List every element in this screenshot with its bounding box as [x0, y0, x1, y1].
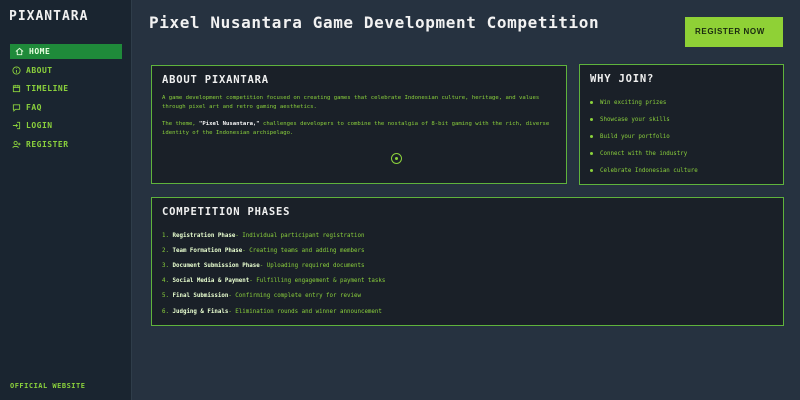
list-item-text: Connect with the industry	[600, 150, 688, 157]
phase-description: - Uploading required documents	[259, 262, 365, 269]
nav-item-register[interactable]: REGISTER	[10, 137, 122, 152]
list-item: Connect with the industry	[590, 145, 773, 162]
site-logo[interactable]: PIXANTARA	[9, 9, 88, 24]
phase-number: 5.	[162, 293, 169, 300]
phase-number: 6.	[162, 308, 169, 315]
bullet-icon	[590, 101, 593, 104]
bullet-icon	[590, 118, 593, 121]
timeline-icon	[12, 84, 21, 93]
page-title: Pixel Nusantara Game Development Competi…	[149, 13, 600, 32]
competition-phases-card: COMPETITION PHASES 1. Registration Phase…	[151, 197, 784, 326]
phases-heading: COMPETITION PHASES	[162, 206, 291, 218]
list-item: Showcase your skills	[590, 111, 773, 128]
nav-item-label: FAQ	[26, 102, 42, 112]
phase-item: 3. Document Submission Phase - Uploading…	[162, 258, 773, 273]
about-card: ABOUT PIXANTARA A game development compe…	[151, 65, 567, 184]
list-item-text: Build your portfolio	[600, 133, 670, 140]
sidebar: PIXANTARA HOME ABOUT TIMELINE FAQ LOGIN …	[0, 0, 132, 400]
phase-name: Document Submission Phase	[172, 262, 260, 269]
phase-item: 5. Final Submission - Confirming complet…	[162, 289, 773, 304]
register-now-button[interactable]: REGISTER NOW	[685, 17, 783, 47]
official-website-label: OFFICIAL WEBSITE	[10, 382, 86, 390]
home-icon	[15, 47, 24, 56]
phase-number: 1.	[162, 232, 169, 239]
why-join-list: Win exciting prizes Showcase your skills…	[590, 94, 773, 179]
nav-item-faq[interactable]: FAQ	[10, 100, 122, 115]
phases-list: 1. Registration Phase - Individual parti…	[162, 228, 773, 319]
phase-description: - Creating teams and adding members	[242, 247, 365, 254]
list-item: Celebrate Indonesian culture	[590, 162, 773, 179]
theme-name: "Pixel Nusantara,"	[199, 121, 260, 127]
about-description: A game development competition focused o…	[162, 95, 540, 110]
info-icon	[12, 65, 21, 75]
nav-item-label: ABOUT	[26, 65, 53, 75]
phase-name: Social Media & Payment	[172, 278, 250, 285]
about-theme-prefix: The theme,	[162, 121, 200, 127]
login-icon	[12, 121, 21, 130]
bullet-icon	[590, 135, 593, 138]
list-item-text: Win exciting prizes	[600, 99, 667, 106]
list-item-text: Celebrate Indonesian culture	[600, 167, 698, 174]
list-item: Win exciting prizes	[590, 94, 773, 111]
list-item-text: Showcase your skills	[600, 116, 670, 123]
phase-item: 4. Social Media & Payment - Fulfilling e…	[162, 274, 773, 289]
why-join-card: WHY JOIN? Win exciting prizes Showcase y…	[579, 64, 784, 185]
phase-description: - Individual participant registration	[235, 232, 365, 239]
nav-item-home[interactable]: HOME	[10, 44, 122, 59]
nav-item-label: TIMELINE	[26, 84, 69, 93]
phase-name: Registration Phase	[172, 232, 236, 239]
why-join-heading: WHY JOIN?	[590, 73, 655, 85]
nav-item-login[interactable]: LOGIN	[10, 118, 122, 133]
bullet-icon	[590, 169, 593, 172]
user-plus-icon	[12, 140, 21, 149]
phase-number: 4.	[162, 278, 169, 285]
phase-description: - Fulfilling engagement & payment tasks	[249, 278, 386, 285]
phase-item: 6. Judging & Finals - Elimination rounds…	[162, 304, 773, 319]
nav-item-label: LOGIN	[26, 121, 53, 130]
about-heading: ABOUT PIXANTARA	[162, 74, 269, 86]
phase-name: Team Formation Phase	[172, 247, 243, 254]
main-nav: HOME ABOUT TIMELINE FAQ LOGIN REGISTER	[10, 44, 122, 155]
list-item: Build your portfolio	[590, 128, 773, 145]
nav-item-timeline[interactable]: TIMELINE	[10, 81, 122, 96]
phase-item: 2. Team Formation Phase - Creating teams…	[162, 243, 773, 258]
bullet-icon	[590, 152, 593, 155]
nav-item-about[interactable]: ABOUT	[10, 63, 122, 78]
nav-item-label: HOME	[29, 47, 51, 56]
target-icon	[391, 153, 402, 164]
phase-number: 3.	[162, 262, 169, 269]
phase-name: Judging & Finals	[172, 308, 229, 315]
phase-name: Final Submission	[172, 293, 229, 300]
phase-number: 2.	[162, 247, 169, 254]
help-icon	[12, 103, 21, 112]
about-theme-text: The theme, "Pixel Nusantara," challenges…	[162, 120, 556, 138]
phase-description: - Elimination rounds and winner announce…	[228, 308, 382, 315]
phase-description: - Confirming complete entry for review	[228, 293, 361, 300]
phase-item: 1. Registration Phase - Individual parti…	[162, 228, 773, 243]
nav-item-label: REGISTER	[26, 139, 69, 149]
